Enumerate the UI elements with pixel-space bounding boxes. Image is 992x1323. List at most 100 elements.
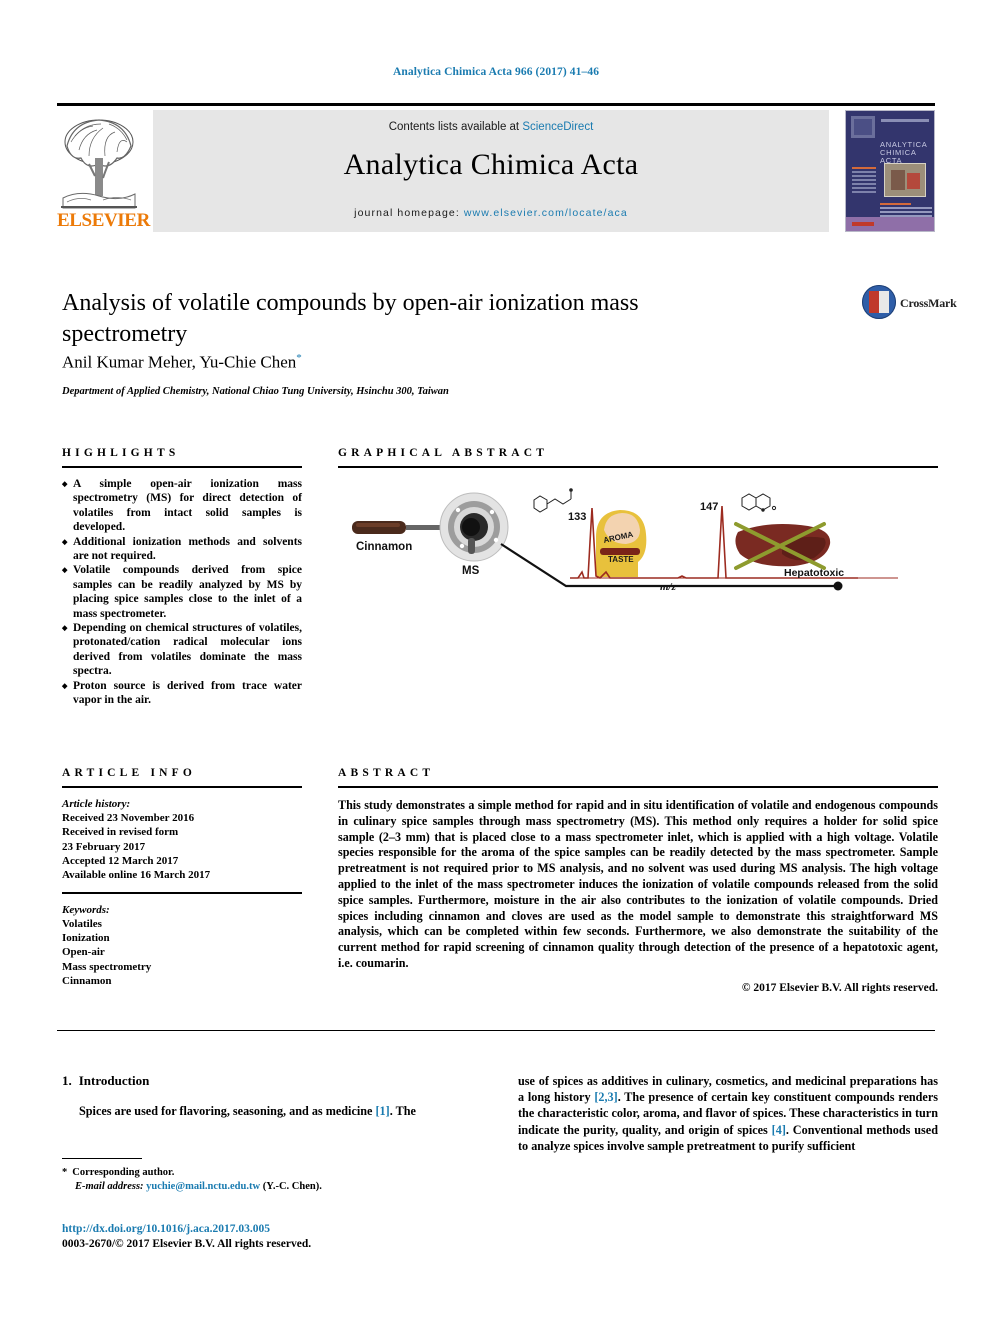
body-column-left: 1. Introduction Spices are used for flavo… (62, 1073, 472, 1119)
citation-link-2-3[interactable]: [2,3] (594, 1090, 617, 1104)
highlights-list: A simple open-air ionization mass spectr… (62, 477, 302, 708)
section-title: Introduction (78, 1073, 150, 1088)
section-heading-introduction: 1. Introduction (62, 1073, 472, 1089)
elsevier-wordmark: ELSEVIER (57, 210, 150, 231)
list-item: Additional ionization methods and solven… (62, 535, 302, 564)
crossmark-badge[interactable]: CrossMark (862, 285, 957, 325)
list-item: A simple open-air ionization mass spectr… (62, 477, 302, 535)
homepage-line: journal homepage: www.elsevier.com/locat… (153, 207, 829, 219)
intro-text-a: Spices are used for flavoring, seasoning… (79, 1104, 376, 1118)
cinnamon-label: Cinnamon (356, 541, 412, 553)
section-number: 1. (62, 1073, 72, 1088)
citation-link-1[interactable]: [1] (375, 1104, 389, 1118)
keyword-item: Volatiles (62, 917, 102, 930)
highlights-rule (62, 466, 302, 468)
list-item: Proton source is derived from trace wate… (62, 679, 302, 708)
keywords-block: Keywords: Volatiles Ionization Open-air … (62, 903, 302, 988)
cover-footer-band (846, 217, 934, 231)
intro-paragraph-left: Spices are used for flavoring, seasoning… (62, 1103, 472, 1119)
crossmark-icon (862, 285, 896, 319)
contents-prefix: Contents lists available at (388, 121, 523, 133)
email-link[interactable]: yuchie@mail.nctu.edu.tw (146, 1181, 260, 1192)
hepatotoxic-label: Hepatotoxic (784, 567, 844, 579)
graphical-abstract-panel: GRAPHICAL ABSTRACT AROMA TASTE 133 147 m… (338, 447, 938, 593)
email-suffix: (Y.-C. Chen). (262, 1181, 322, 1192)
article-info-panel: ARTICLE INFO Article history: Received 2… (62, 767, 302, 988)
homepage-link[interactable]: www.elsevier.com/locate/aca (464, 207, 628, 219)
ms-inlet-icon (439, 492, 509, 562)
email-note: E-mail address: yuchie@mail.nctu.edu.tw … (62, 1180, 472, 1194)
homepage-prefix: journal homepage: (354, 207, 464, 219)
keyword-item: Ionization (62, 932, 110, 945)
cinnamon-stick-icon (352, 521, 406, 534)
sciencedirect-link[interactable]: ScienceDirect (522, 121, 593, 133)
article-info-heading: ARTICLE INFO (62, 767, 197, 779)
cover-title-text: ANALYTICA CHIMICA ACTA (880, 140, 928, 165)
svg-text:TASTE: TASTE (608, 555, 634, 564)
intro-paragraph-right: use of spices as additives in culinary, … (518, 1073, 938, 1154)
email-label: E-mail address: (75, 1181, 144, 1192)
journal-header: ELSEVIER Contents lists available at Sci… (57, 110, 935, 232)
list-item: Depending on chemical structures of vola… (62, 621, 302, 679)
affiliation: Department of Applied Chemistry, Nationa… (62, 386, 449, 397)
head-aroma-taste-icon: AROMA TASTE (596, 510, 647, 577)
article-info-rule (62, 786, 302, 788)
page-footer: http://dx.doi.org/10.1016/j.aca.2017.03.… (62, 1222, 562, 1252)
ms-label: MS (462, 565, 480, 577)
peak-label-147: 147 (700, 501, 718, 513)
abstract-rule (338, 786, 938, 788)
peak-label-133: 133 (568, 511, 586, 523)
cover-illustration (884, 163, 926, 197)
corresponding-author-note: * Corresponding author. (62, 1166, 472, 1180)
history-item: Received in revised form (62, 826, 179, 839)
history-item: Available online 16 March 2017 (62, 869, 211, 882)
abstract-panel: ABSTRACT This study demonstrates a simpl… (338, 767, 938, 994)
footnote-marker: * (62, 1167, 68, 1178)
article-page: Analytica Chimica Acta 966 (2017) 41–46 (0, 0, 992, 1323)
keyword-item: Mass spectrometry (62, 960, 152, 973)
elsevier-tree-icon (59, 112, 139, 210)
issn-copyright-line: 0003-2670/© 2017 Elsevier B.V. All right… (62, 1238, 312, 1250)
page-title: Analysis of volatile compounds by open-a… (62, 290, 639, 347)
header-top-rule (57, 103, 935, 106)
cover-header-text (881, 119, 929, 122)
highlights-heading: HIGHLIGHTS (62, 447, 180, 459)
footnote-rule (62, 1158, 142, 1160)
graphical-abstract-heading: GRAPHICAL ABSTRACT (338, 447, 549, 459)
abstract-text: This study demonstrates a simple method … (338, 798, 938, 970)
citation-link-4[interactable]: [4] (772, 1123, 786, 1137)
journal-banner: Contents lists available at ScienceDirec… (153, 110, 829, 232)
graphical-abstract-rule (338, 466, 938, 468)
abstract-heading: ABSTRACT (338, 767, 435, 779)
history-item: Accepted 12 March 2017 (62, 854, 179, 867)
body-separator-rule (57, 1030, 935, 1032)
journal-title: Analytica Chimica Acta (343, 148, 639, 181)
keyword-item: Cinnamon (62, 974, 112, 987)
intro-text-b: . The (389, 1104, 416, 1118)
graphical-abstract-figure: AROMA TASTE 133 147 m/z Hepatotoxic Cinn… (338, 482, 938, 593)
corresponding-author-marker[interactable]: * (296, 352, 302, 364)
article-history-label: Article history: (62, 798, 131, 810)
cinnamaldehyde-structure (533, 488, 573, 513)
elsevier-logo: ELSEVIER (57, 110, 150, 232)
list-item: Volatile compounds derived from spice sa… (62, 563, 302, 621)
keywords-label: Keywords: (62, 903, 110, 916)
keyword-item: Open-air (62, 946, 105, 959)
cover-logo-mark (851, 116, 875, 138)
history-item: Received 23 November 2016 (62, 812, 195, 825)
article-info-divider (62, 892, 302, 894)
history-item: 23 February 2017 (62, 840, 146, 853)
author-list: Anil Kumar Meher, Yu-Chie Chen* (62, 352, 762, 373)
journal-cover-thumbnail[interactable]: ANALYTICA CHIMICA ACTA (845, 110, 935, 232)
contents-line: Contents lists available at ScienceDirec… (153, 121, 829, 133)
article-history-block: Article history: Received 23 November 20… (62, 797, 302, 882)
author-names: Anil Kumar Meher, Yu-Chie Chen (62, 352, 297, 372)
abstract-copyright: © 2017 Elsevier B.V. All rights reserved… (741, 981, 938, 994)
highlights-panel: HIGHLIGHTS A simple open-air ionization … (62, 447, 302, 708)
body-column-right: use of spices as additives in culinary, … (518, 1073, 938, 1154)
coumarin-structure (741, 493, 777, 512)
running-head: Analytica Chimica Acta 966 (2017) 41–46 (392, 66, 600, 78)
doi-link[interactable]: http://dx.doi.org/10.1016/j.aca.2017.03.… (62, 1222, 562, 1237)
footnote-block: * Corresponding author. E-mail address: y… (62, 1166, 472, 1194)
crossmark-label: CrossMark (900, 296, 957, 310)
